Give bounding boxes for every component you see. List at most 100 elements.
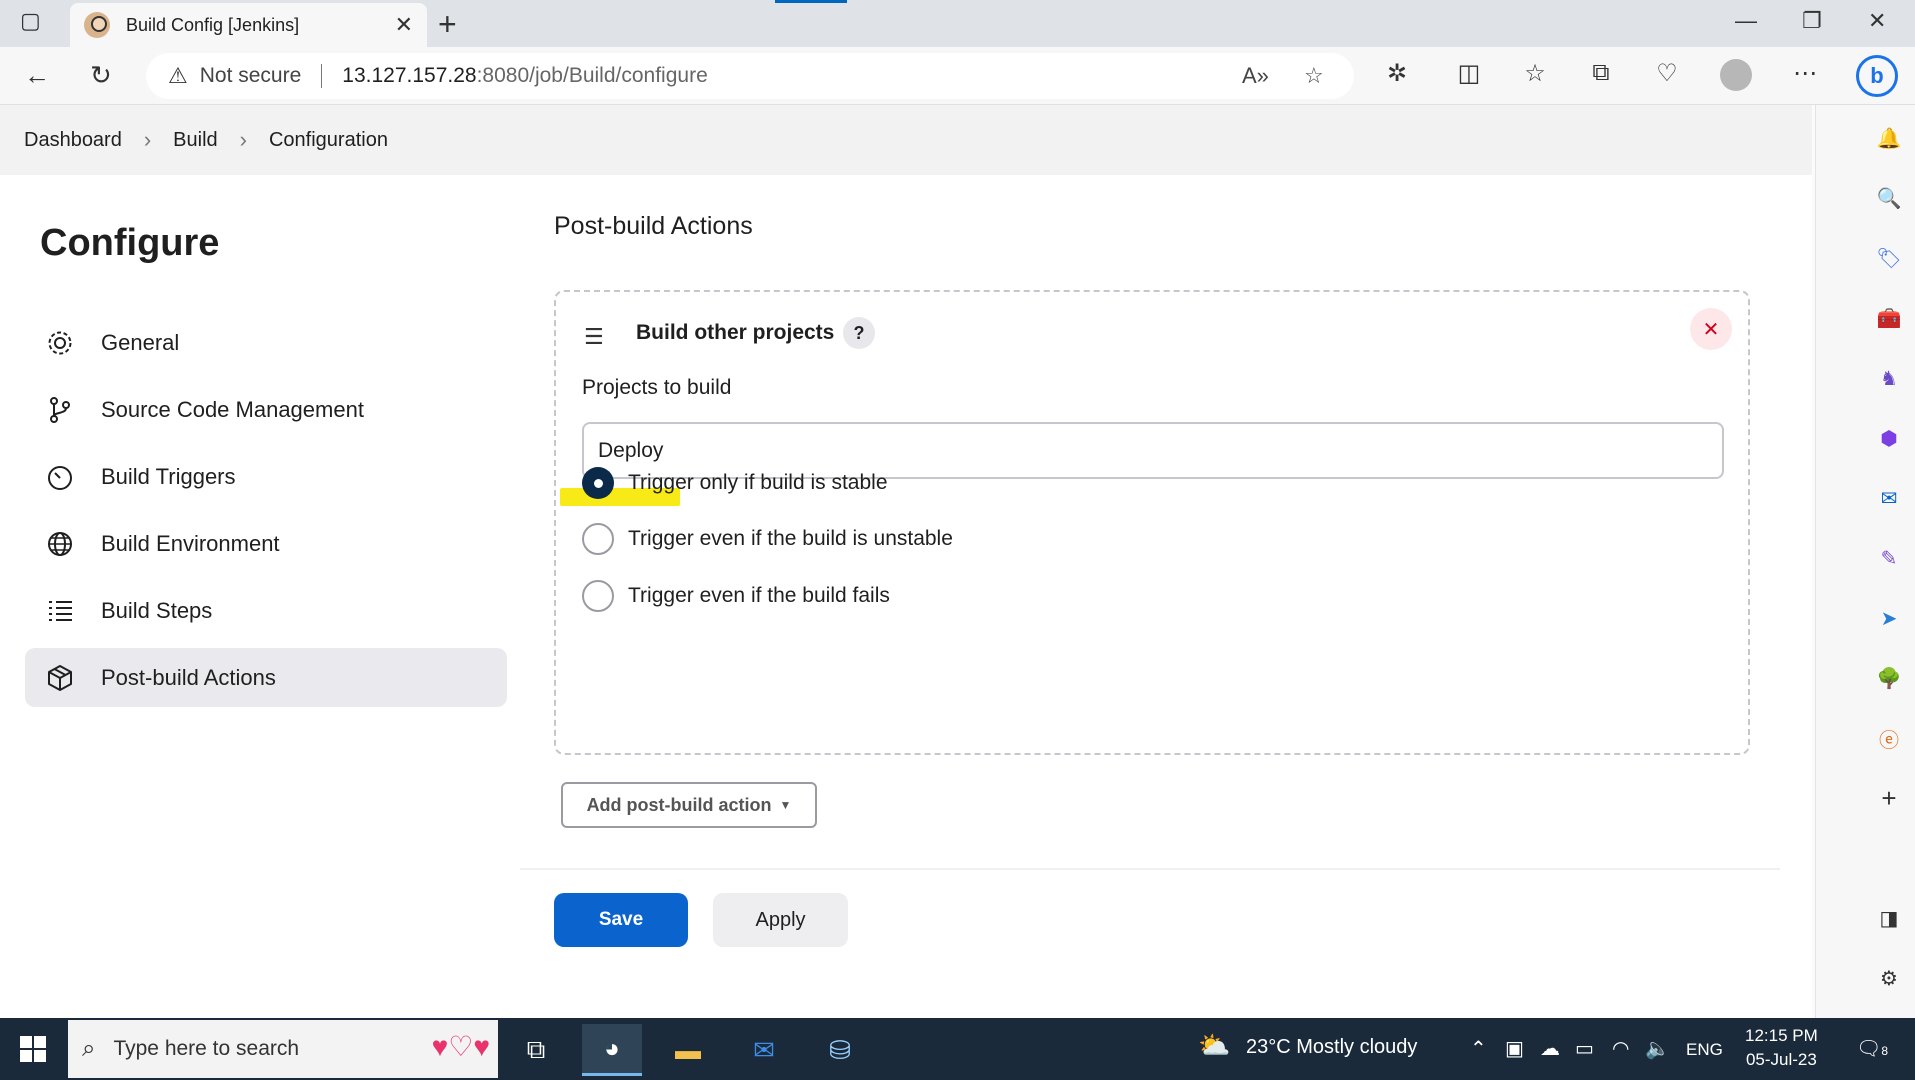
bing-chat-icon[interactable]: b (1856, 55, 1898, 97)
url-path: :8080/job/Build/configure (476, 64, 708, 87)
split-screen-icon[interactable]: ◫ (1454, 59, 1484, 88)
window-close-button[interactable]: ✕ (1868, 8, 1886, 34)
notification-icon[interactable]: 🗨8 (1856, 1036, 1888, 1061)
tab-accent (775, 0, 847, 3)
jenkins-favicon-icon (84, 12, 110, 38)
add-post-build-action-button[interactable]: Add post-build action ▼ (561, 782, 817, 828)
search-highlight-hearts-icon: ♥♡♥ (431, 1031, 490, 1062)
add-sidebar-app-icon[interactable]: + (1874, 783, 1904, 813)
wifi-icon[interactable]: ◠ (1612, 1036, 1629, 1061)
tab-close-icon[interactable]: ✕ (395, 12, 413, 38)
build-other-projects-panel: ☰ Build other projects ? ✕ Projects to b… (554, 290, 1750, 755)
browser-essentials-icon[interactable]: ♡ (1652, 59, 1682, 88)
add-post-build-action-label: Add post-build action (586, 794, 772, 815)
apply-button[interactable]: Apply (713, 893, 848, 947)
shopping-tag-icon[interactable]: 🏷 (1874, 243, 1904, 273)
tools-icon[interactable]: 🧰 (1874, 303, 1904, 333)
sidebar-item-general[interactable]: General (25, 313, 507, 372)
radio-button[interactable] (582, 523, 614, 555)
favorites-icon[interactable]: ☆ (1520, 59, 1550, 88)
tree-icon[interactable]: 🌳 (1874, 663, 1904, 693)
drag-handle-icon[interactable]: ☰ (584, 324, 604, 350)
timer-icon (45, 462, 75, 492)
clock-time: 12:15 PM (1745, 1026, 1818, 1045)
telegram-icon[interactable]: ➤ (1874, 603, 1904, 633)
edge-taskbar-icon[interactable]: ◕ (582, 1024, 642, 1076)
refresh-button[interactable]: ↻ (90, 60, 112, 91)
profile-avatar[interactable] (1720, 59, 1752, 91)
volume-icon[interactable]: 🔈 (1645, 1036, 1670, 1061)
radio-trigger-unstable[interactable]: Trigger even if the build is unstable (582, 522, 953, 556)
breadcrumb-build[interactable]: Build (173, 129, 217, 152)
address-bar[interactable]: ⚠ Not secure 13.127.157.28:8080/job/Buil… (146, 53, 1354, 99)
sidebar-item-label: Post-build Actions (101, 664, 276, 690)
restore-button[interactable]: ❐ (1802, 8, 1822, 34)
office-icon[interactable]: ⬢ (1874, 423, 1904, 453)
chevron-right-icon: › (143, 127, 152, 152)
projects-to-build-label: Projects to build (582, 376, 732, 399)
games-icon[interactable]: ♞ (1874, 363, 1904, 393)
chevron-right-icon: › (239, 127, 247, 152)
sidebar-settings-icon[interactable]: ⚙ (1874, 963, 1904, 993)
radio-button-checked[interactable] (582, 467, 614, 499)
branch-icon (45, 395, 75, 425)
windows-start-icon[interactable] (20, 1036, 46, 1062)
outlook-icon[interactable]: ✉ (1874, 483, 1904, 513)
new-tab-button[interactable]: + (438, 6, 457, 43)
taskbar-search-box[interactable]: ⌕ Type here to search ♥♡♥ (68, 1020, 498, 1078)
ie-mode-icon[interactable]: ⓔ (1874, 723, 1904, 753)
edge-sidebar: 🔔 🔍 🏷 🧰 ♞ ⬢ ✉ ✎ ➤ 🌳 ⓔ + ◨ ⚙ (1815, 105, 1915, 1018)
breadcrumb-dashboard[interactable]: Dashboard (24, 129, 122, 152)
sidebar-item-label: General (101, 329, 180, 355)
caret-down-icon: ▼ (779, 798, 792, 812)
search-icon[interactable]: 🔍 (1874, 183, 1904, 213)
favorite-star-icon[interactable]: ☆ (1304, 63, 1324, 89)
file-explorer-icon[interactable]: ▬ (658, 1024, 718, 1076)
chevron-up-icon[interactable]: ⌃ (1470, 1036, 1487, 1061)
bell-icon[interactable]: 🔔 (1874, 123, 1904, 153)
mail-icon[interactable]: ✉ (734, 1024, 794, 1076)
more-menu-icon[interactable]: ⋯ (1790, 59, 1820, 88)
language-indicator[interactable]: ENG (1686, 1040, 1723, 1060)
task-view-icon[interactable]: ⧉ (506, 1024, 566, 1076)
collections-icon[interactable]: ⧉ (1586, 59, 1616, 87)
delete-button[interactable]: ✕ (1690, 308, 1732, 350)
sidebar-item-label: Build Environment (101, 530, 280, 556)
search-icon: ⌕ (82, 1035, 96, 1062)
tab-title: Build Config [Jenkins] (126, 14, 300, 35)
hide-sidebar-icon[interactable]: ◨ (1874, 903, 1904, 933)
sidebar-item-build-triggers[interactable]: Build Triggers (25, 447, 507, 506)
clock[interactable]: 12:15 PM 05-Jul-23 (1745, 1024, 1818, 1072)
sidebar-item-build-steps[interactable]: Build Steps (25, 581, 507, 640)
warning-icon: ⚠ (168, 63, 188, 88)
url-host: 13.127.157.28 (342, 64, 477, 87)
meet-icon[interactable]: ▣ (1505, 1036, 1524, 1061)
minimize-button[interactable]: — (1735, 8, 1757, 34)
sidebar-item-source-code-management[interactable]: Source Code Management (25, 380, 507, 439)
help-button[interactable]: ? (843, 317, 875, 349)
back-button[interactable]: ← (24, 60, 50, 91)
extensions-icon[interactable]: ✲ (1382, 59, 1412, 88)
weather-text[interactable]: 23°C Mostly cloudy (1246, 1036, 1417, 1059)
gear-icon (45, 328, 75, 358)
onedrive-cloud-icon[interactable]: ☁ (1540, 1036, 1560, 1061)
sidebar-item-build-environment[interactable]: Build Environment (25, 514, 507, 573)
sidebar-item-post-build-actions[interactable]: Post-build Actions (25, 648, 507, 707)
radio-button[interactable] (582, 580, 614, 612)
panel-title: Build other projects (636, 321, 835, 344)
url-separator (321, 64, 323, 88)
breadcrumb-configuration[interactable]: Configuration (269, 129, 388, 152)
network-app-icon[interactable]: ⛁ (810, 1024, 870, 1076)
battery-icon[interactable]: ▭ (1575, 1036, 1594, 1061)
browser-tab[interactable]: Build Config [Jenkins] ✕ (70, 3, 427, 47)
save-button[interactable]: Save (554, 893, 688, 947)
designer-icon[interactable]: ✎ (1874, 543, 1904, 573)
windows-taskbar: ⌕ Type here to search ♥♡♥ ⧉ ◕ ▬ ✉ ⛁ ⛅ 23… (0, 1018, 1915, 1080)
radio-label: Trigger only if build is stable (628, 471, 888, 494)
radio-label: Trigger even if the build fails (628, 584, 890, 607)
tab-actions-icon[interactable]: ▢ (20, 8, 41, 34)
radio-trigger-fails[interactable]: Trigger even if the build fails (582, 579, 890, 613)
radio-trigger-stable[interactable]: Trigger only if build is stable (582, 466, 888, 500)
read-aloud-icon[interactable]: A» (1242, 63, 1269, 89)
breadcrumb: Dashboard › Build › Configuration (0, 105, 1812, 175)
